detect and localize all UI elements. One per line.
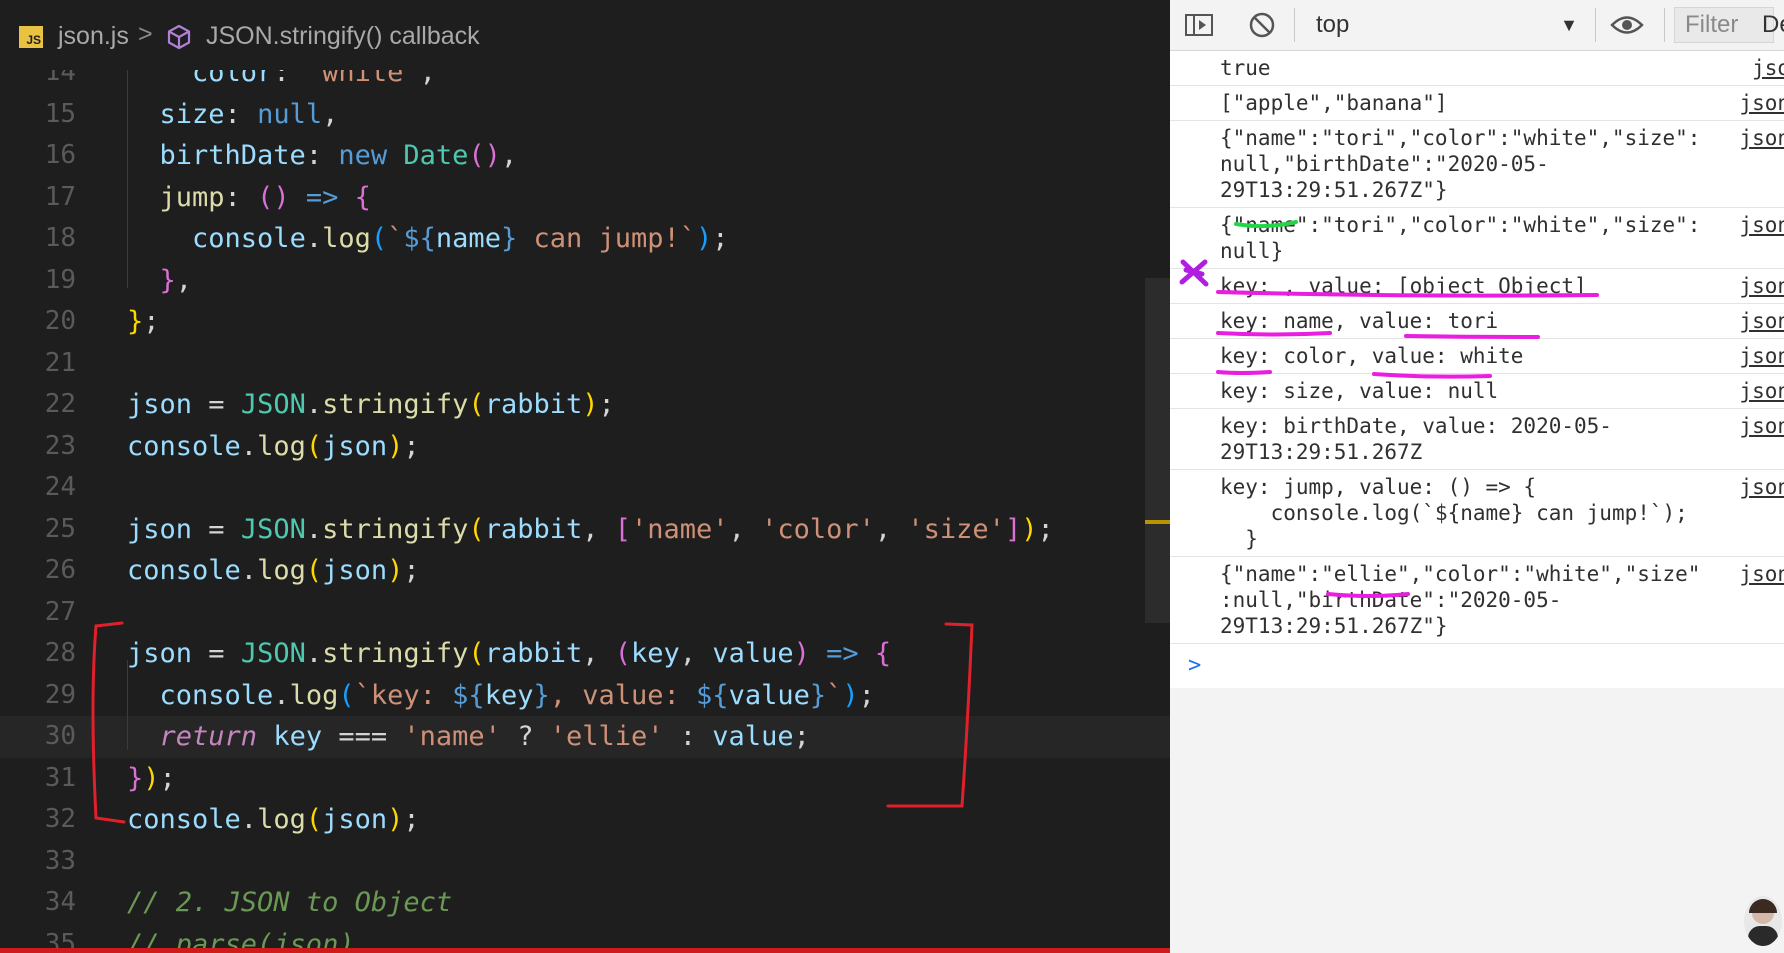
code-line: 34// 2. JSON to Object	[44, 887, 453, 918]
prompt-chevron-icon: >	[1188, 653, 1202, 678]
scrollbar-marker	[1145, 520, 1170, 524]
source-link[interactable]: json	[1735, 273, 1784, 299]
code-line: 28 json = JSON.stringify(rabbit, (key, va…	[44, 638, 892, 669]
eye-icon[interactable]	[1610, 9, 1644, 41]
code-line: 26 console.log(json);	[44, 555, 420, 586]
source-link[interactable]: json	[1735, 378, 1784, 404]
code-line-current: 30 return key === 'name' ? 'ellie' : val…	[0, 716, 1170, 758]
code-line: 24	[44, 472, 76, 502]
indent-guide	[127, 660, 128, 750]
devtools-console[interactable]: top ▼ Filter De truejso ["apple","banana…	[1170, 0, 1784, 953]
console-message: {"name":"ellie","color":"white","size" :…	[1170, 557, 1784, 644]
console-message: key: color, value: white json	[1170, 339, 1784, 374]
console-message: true jso	[1170, 51, 1784, 86]
code-line: 22 json = JSON.stringify(rabbit);	[44, 389, 615, 420]
editor-scrollbar[interactable]	[1145, 278, 1170, 623]
filter-input[interactable]: Filter	[1674, 7, 1774, 43]
source-link[interactable]: json	[1735, 125, 1784, 151]
code-line: 16 birthDate: new Date(),	[44, 140, 518, 171]
console-message: key: birthDate, value: 2020-05- 29T13:29…	[1170, 409, 1784, 470]
console-message: ["apple","banana"] json	[1170, 86, 1784, 121]
source-link[interactable]: json	[1735, 212, 1784, 238]
context-selector-value: top	[1316, 11, 1350, 38]
show-sidebar-icon[interactable]	[1184, 9, 1214, 41]
console-message: {"name":"tori","color":"white","size": n…	[1170, 121, 1784, 208]
code-line: 32 console.log(json);	[44, 804, 420, 835]
breadcrumb: JS json.js > JSON.stringify() callback	[0, 0, 1170, 70]
source-link[interactable]: jso	[1748, 55, 1784, 81]
breadcrumb-file[interactable]: json.js	[58, 22, 129, 51]
code-line: 21	[44, 347, 76, 378]
console-message: key: jump, value: () => { console.log(`$…	[1170, 470, 1784, 557]
console-message: {"name":"tori","color":"white","size": n…	[1170, 208, 1784, 269]
code-line: 19 },	[44, 264, 193, 296]
code-line: 23 console.log(json);	[44, 430, 420, 462]
source-link[interactable]: json	[1735, 561, 1784, 587]
clear-console-icon[interactable]	[1248, 9, 1276, 41]
js-file-icon: JS	[19, 26, 43, 48]
video-progress-bar	[0, 948, 1170, 953]
code-line: 15 size: null,	[44, 98, 339, 130]
toolbar-divider	[1595, 8, 1596, 42]
code-line: 33	[44, 845, 76, 876]
toolbar-divider	[1294, 8, 1295, 42]
context-selector[interactable]: top ▼	[1316, 9, 1592, 41]
source-link[interactable]: json	[1735, 413, 1784, 439]
symbol-method-icon	[166, 24, 192, 57]
source-link[interactable]: json	[1735, 474, 1784, 500]
code-line: 25 json = JSON.stringify(rabbit, ['name',…	[44, 513, 1054, 545]
code-line: 27	[44, 596, 76, 627]
code-line: 20};	[44, 306, 160, 337]
code-line: 31});	[44, 762, 176, 794]
code-line: 17 jump: () => {	[44, 181, 371, 213]
console-prompt[interactable]: >	[1170, 644, 1784, 688]
console-messages: true jso ["apple","banana"] json {"name":"…	[1170, 51, 1784, 688]
breadcrumb-symbol[interactable]: JSON.stringify() callback	[206, 22, 480, 51]
code-editor[interactable]: JS json.js > JSON.stringify() callback 1…	[0, 0, 1170, 953]
source-link[interactable]: json	[1735, 343, 1784, 369]
source-link[interactable]: json	[1735, 308, 1784, 334]
presenter-avatar	[1744, 896, 1782, 946]
default-levels-dropdown[interactable]: De	[1762, 9, 1784, 41]
code-line: 29 console.log(`key: ${key}, value: ${va…	[44, 679, 875, 711]
console-toolbar: top ▼ Filter De	[1170, 0, 1784, 51]
console-message: key: , value: [object Object] json	[1170, 269, 1784, 304]
code-lines[interactable]: 14 color: 'white', 15 size: null, 16 bir…	[0, 52, 1170, 953]
console-message: key: size, value: null json	[1170, 374, 1784, 409]
source-link[interactable]: json	[1735, 90, 1784, 116]
console-message: key: name, value: tori json	[1170, 304, 1784, 339]
chevron-down-icon: ▼	[1560, 14, 1578, 35]
toolbar-divider	[1664, 8, 1665, 42]
code-line: 18 console.log(`${name} can jump!`);	[44, 223, 729, 254]
breadcrumb-separator-icon: >	[138, 20, 153, 48]
indent-guide	[127, 52, 128, 288]
